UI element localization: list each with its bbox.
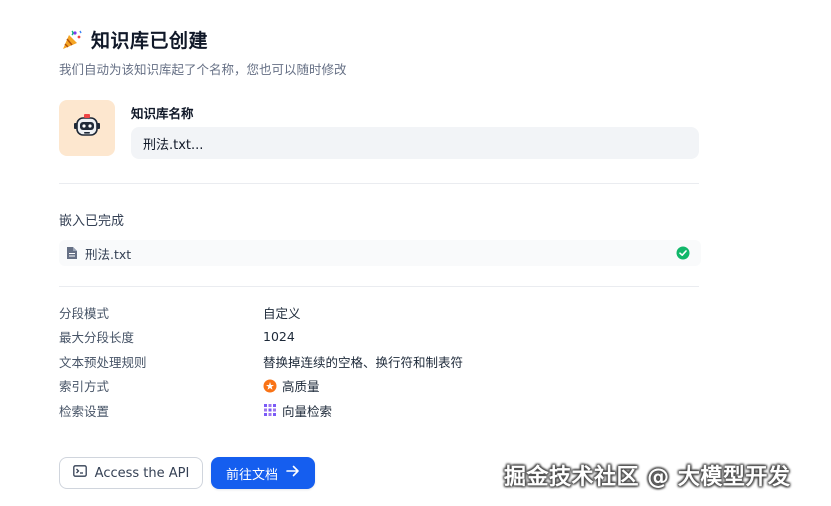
- embedded-file-row: 刑法.txt: [59, 240, 701, 266]
- divider: [59, 183, 699, 184]
- setting-row-max-segment-length: 最大分段长度 1024: [59, 325, 699, 350]
- star-badge-icon: [263, 379, 277, 393]
- knowledge-base-avatar[interactable]: [59, 100, 115, 156]
- party-popper-icon: [59, 27, 85, 53]
- check-circle-icon: [676, 246, 690, 260]
- setting-value: 高质量: [263, 376, 320, 395]
- embedded-file-name: 刑法.txt: [85, 246, 132, 262]
- setting-label: 分段模式: [59, 305, 110, 321]
- robot-icon: [72, 111, 102, 145]
- watermark: 掘金技术社区 @ 大模型开发: [504, 465, 791, 490]
- setting-value-text: 高质量: [282, 379, 320, 395]
- terminal-icon: [72, 465, 87, 481]
- setting-value-text: 向量检索: [282, 403, 333, 419]
- knowledge-base-name-input[interactable]: [131, 127, 699, 159]
- divider: [59, 286, 699, 287]
- go-to-documents-label: 前往文档: [225, 467, 278, 483]
- page-subtitle: 我们自动为该知识库起了个名称，您也可以随时修改: [59, 62, 347, 77]
- arrow-right-icon: [286, 465, 300, 481]
- access-api-label: Access the API: [94, 465, 190, 481]
- page-title: 知识库已创建: [91, 30, 209, 52]
- setting-row-segment-mode: 分段模式 自定义: [59, 300, 699, 325]
- setting-value: 向量检索: [263, 401, 332, 420]
- settings-summary: 分段模式 自定义 最大分段长度 1024 文本预处理规则 替换掉连续的空格、换行…: [59, 300, 699, 423]
- setting-row-index-method: 索引方式 高质量: [59, 374, 699, 399]
- embedding-status-title: 嵌入已完成: [59, 214, 125, 229]
- setting-value: 自定义: [263, 303, 301, 322]
- setting-label: 索引方式: [59, 379, 110, 395]
- setting-value: 替换掉连续的空格、换行符和制表符: [263, 352, 463, 371]
- header: 知识库已创建 我们自动为该知识库起了个名称，您也可以随时修改: [59, 26, 719, 78]
- setting-label: 检索设置: [59, 403, 110, 419]
- document-icon: [66, 246, 80, 260]
- setting-value-text: 替换掉连续的空格、换行符和制表符: [263, 354, 464, 370]
- setting-label: 最大分段长度: [59, 330, 135, 346]
- knowledge-base-name-section: 知识库名称: [59, 100, 699, 159]
- access-api-button[interactable]: Access the API: [59, 457, 203, 489]
- setting-value: 1024: [263, 329, 295, 344]
- setting-row-retrieval-settings: 检索设置 向量检索: [59, 398, 699, 423]
- setting-label: 文本预处理规则: [59, 354, 147, 370]
- knowledge-base-name-label: 知识库名称: [131, 106, 194, 121]
- setting-value-text: 自定义: [263, 305, 301, 321]
- setting-value-text: 1024: [263, 329, 295, 345]
- vector-grid-icon: [263, 403, 277, 417]
- go-to-documents-button[interactable]: 前往文档: [211, 457, 315, 489]
- setting-row-preprocessing-rules: 文本预处理规则 替换掉连续的空格、换行符和制表符: [59, 349, 699, 374]
- title-row: 知识库已创建: [59, 26, 719, 53]
